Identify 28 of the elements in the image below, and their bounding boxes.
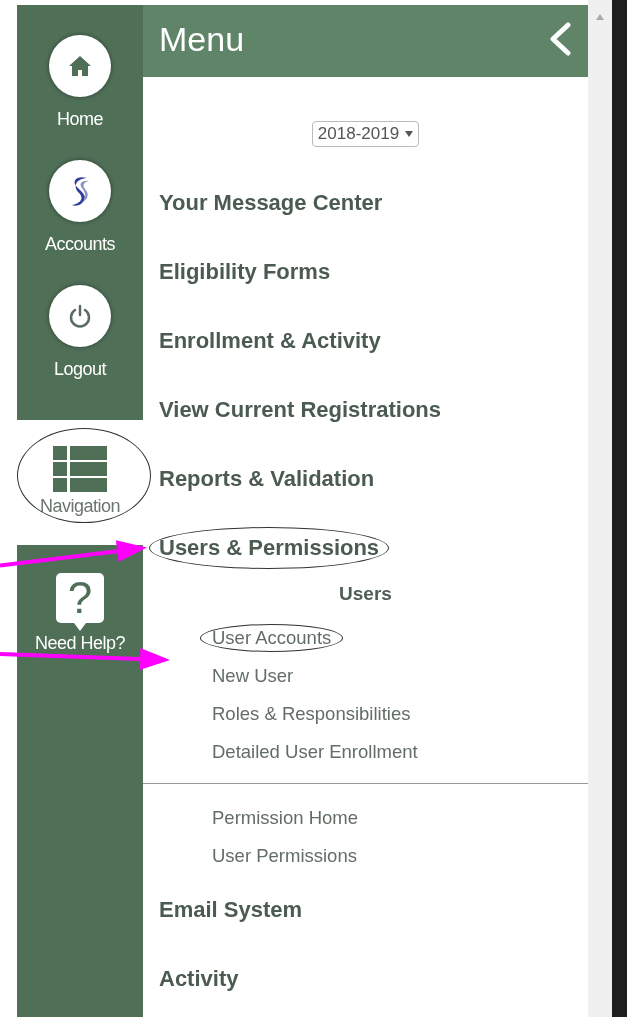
submenu-link[interactable]: User Permissions xyxy=(212,845,357,867)
submenu-link[interactable]: Detailed User Enrollment xyxy=(212,741,418,763)
scroll-up-icon[interactable] xyxy=(596,14,604,20)
power-icon xyxy=(69,304,91,328)
menu-item[interactable]: Email System xyxy=(159,896,303,923)
rail-item[interactable]: Home xyxy=(17,5,143,130)
year-select[interactable]: 2018-2019 xyxy=(311,121,420,147)
menu-title: Menu xyxy=(159,19,245,59)
rail-item[interactable]: ? Need Help? xyxy=(17,545,143,670)
caret-icon xyxy=(405,131,414,137)
menu-item[interactable]: Activity xyxy=(159,965,239,992)
menu-item[interactable]: Eligibility Forms xyxy=(159,258,331,285)
menu-item[interactable]: Users & Permissions xyxy=(159,534,380,561)
menu-item[interactable]: Your Message Center xyxy=(159,189,383,216)
rail-item[interactable]: Accounts xyxy=(17,130,143,255)
scrollbar[interactable] xyxy=(588,0,612,1017)
submenu-link[interactable]: Permission Home xyxy=(212,807,358,829)
rail-item[interactable]: Logout xyxy=(17,255,143,380)
menu-item[interactable]: Enrollment & Activity xyxy=(159,327,381,354)
home-icon xyxy=(69,56,91,76)
chevron-left-icon[interactable] xyxy=(548,22,572,56)
submenu-link[interactable]: New User xyxy=(212,665,294,687)
menu-item[interactable]: Reports & Validation xyxy=(159,465,375,492)
submenu-link[interactable]: Roles & Responsibilities xyxy=(212,703,411,725)
submenu-heading: Users xyxy=(338,582,393,606)
menu-item[interactable]: View Current Registrations xyxy=(159,396,441,423)
list-icon xyxy=(53,446,107,492)
submenu-link[interactable]: User Accounts xyxy=(212,627,332,649)
